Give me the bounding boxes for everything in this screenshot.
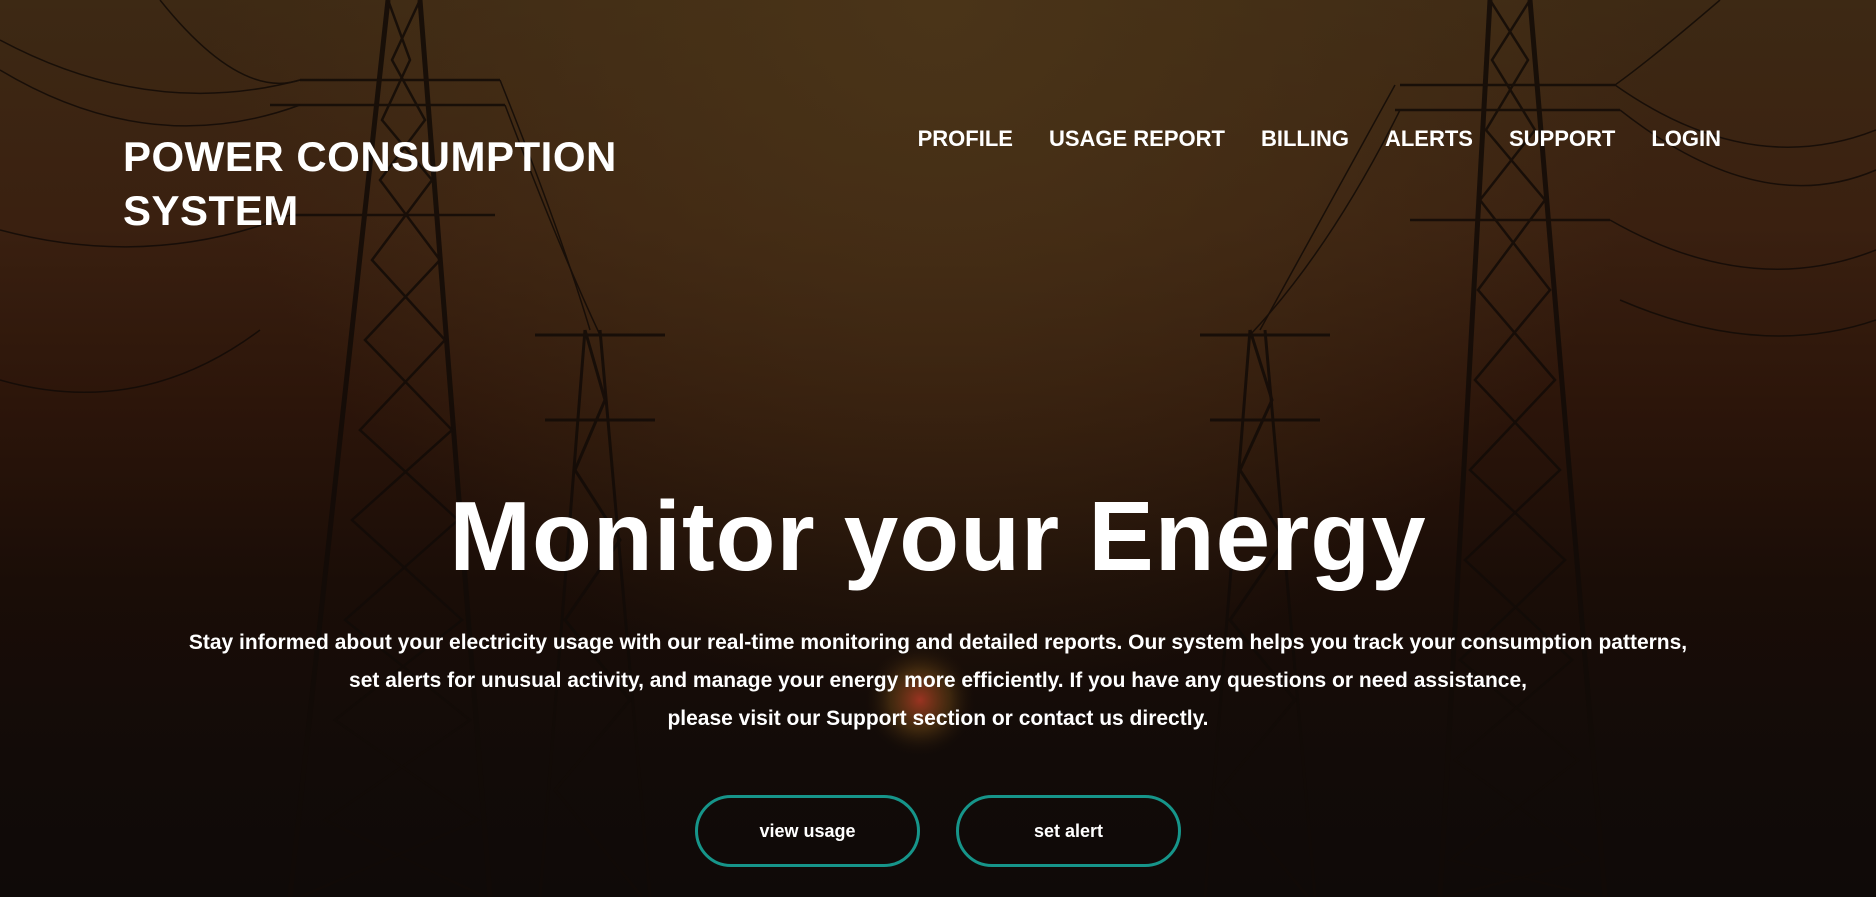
main-nav: PROFILE USAGE REPORT BILLING ALERTS SUPP…: [918, 124, 1721, 154]
view-usage-button[interactable]: view usage: [695, 795, 920, 867]
hero-description-line: please visit our Support section or cont…: [667, 707, 1209, 730]
hero-description: Stay informed about your electricity usa…: [130, 624, 1746, 738]
hero-title: Monitor your Energy: [449, 481, 1427, 591]
nav-item-login[interactable]: LOGIN: [1651, 124, 1721, 154]
nav-item-alerts[interactable]: ALERTS: [1385, 124, 1473, 154]
nav-item-profile[interactable]: PROFILE: [918, 124, 1013, 154]
nav-item-usage-report[interactable]: USAGE REPORT: [1049, 124, 1225, 154]
hero-actions: view usage set alert: [0, 795, 1876, 867]
site-title-line2: SYSTEM: [123, 187, 299, 234]
hero-description-line: set alerts for unusual activity, and man…: [349, 669, 1527, 692]
set-alert-button[interactable]: set alert: [956, 795, 1181, 867]
nav-item-support[interactable]: SUPPORT: [1509, 124, 1615, 154]
nav-item-billing[interactable]: BILLING: [1261, 124, 1349, 154]
site-title-line1: POWER CONSUMPTION: [123, 133, 617, 180]
site-title[interactable]: POWER CONSUMPTION SYSTEM: [123, 130, 683, 238]
hero-description-line: Stay informed about your electricity usa…: [188, 631, 1688, 654]
hero-section: POWER CONSUMPTION SYSTEM PROFILE USAGE R…: [0, 0, 1876, 897]
